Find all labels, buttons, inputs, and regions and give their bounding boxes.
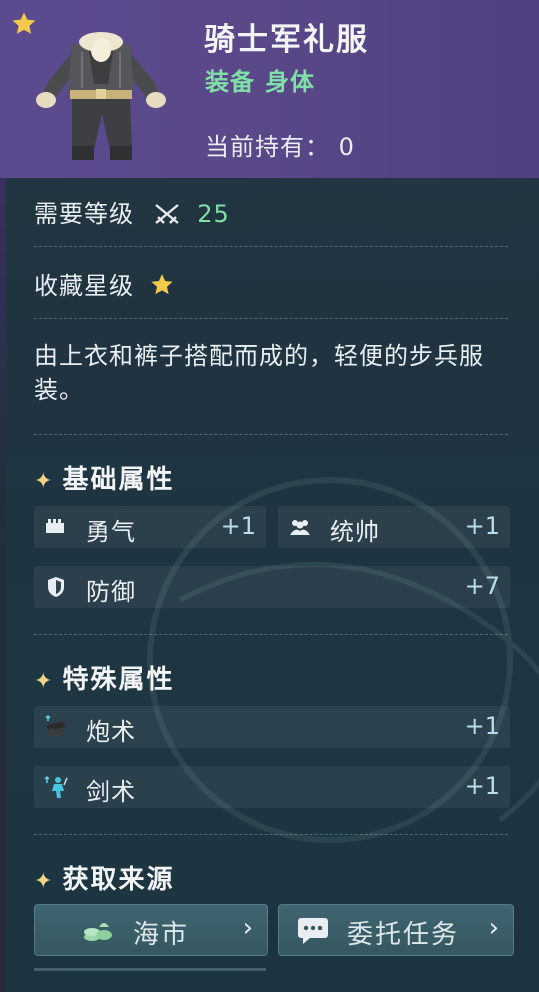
owned-label: 当前持有： — [205, 133, 330, 161]
courage-icon — [46, 519, 64, 533]
owned-count: 0 — [338, 133, 355, 161]
item-type: 装备 — [205, 68, 255, 96]
item-title: 骑士军礼服 — [204, 22, 369, 58]
coins-icon — [84, 923, 112, 941]
collection-star-row: 收藏星级 — [34, 266, 175, 301]
chevron-right-icon: › — [242, 913, 255, 943]
stat-value: +1 — [464, 512, 500, 540]
source-title: ✦ 获取来源 — [34, 859, 174, 896]
level-value: 25 — [197, 200, 230, 228]
star-label: 收藏星级 — [34, 272, 134, 300]
stat-label: 防御 — [86, 578, 136, 606]
stat-label: 剑术 — [86, 778, 136, 806]
sparkle-icon: ✦ — [34, 669, 55, 694]
crossed-swords-icon — [154, 204, 179, 224]
stat-value: +1 — [464, 772, 500, 800]
stat-label: 勇气 — [86, 518, 136, 546]
stat-command: 统帅 +1 — [278, 506, 510, 548]
base-attributes-label: 基础属性 — [62, 465, 175, 495]
stat-value: +7 — [464, 572, 500, 600]
partial-button-edge — [34, 968, 266, 971]
divider — [34, 434, 508, 435]
stat-artillery: 炮术 +1 — [34, 706, 510, 748]
item-header: 骑士军礼服 装备 身体 当前持有： 0 — [0, 0, 539, 178]
divider — [34, 318, 508, 319]
special-attributes-title: ✦ 特殊属性 — [34, 659, 174, 696]
owned-count-row: 当前持有： 0 — [205, 127, 355, 162]
divider — [34, 834, 508, 835]
uniform-item-icon — [36, 32, 166, 160]
cannon-icon — [45, 715, 65, 736]
shield-icon — [48, 577, 64, 597]
item-detail-panel: 骑士军礼服 装备 身体 当前持有： 0 需要等级 25 收藏星级 由上衣和裤子搭配… — [0, 0, 539, 992]
source-button-sea-market[interactable]: 海市 › — [34, 904, 268, 956]
required-level-row: 需要等级 25 — [34, 194, 230, 229]
base-attributes-title: ✦ 基础属性 — [34, 459, 174, 496]
level-label: 需要等级 — [34, 200, 134, 228]
swordsman-icon — [44, 775, 68, 798]
stat-swordsmanship: 剑术 +1 — [34, 766, 510, 808]
item-description: 由上衣和裤子搭配而成的，轻便的步兵服装。 — [34, 342, 484, 404]
button-label: 海市 — [133, 920, 190, 950]
stat-value: +1 — [464, 712, 500, 740]
star-icon — [151, 274, 173, 295]
command-icon — [290, 520, 310, 535]
background-map-decoration — [147, 477, 539, 843]
sparkle-icon: ✦ — [34, 469, 55, 494]
stat-label: 炮术 — [86, 718, 136, 746]
divider — [34, 634, 508, 635]
chevron-right-icon: › — [488, 913, 501, 943]
stat-label: 统帅 — [330, 518, 380, 546]
stat-value: +1 — [220, 512, 256, 540]
sparkle-icon: ✦ — [34, 869, 55, 894]
source-button-commission-quest[interactable]: 委托任务 › — [278, 904, 514, 956]
chat-bubble-icon — [298, 918, 328, 944]
divider — [34, 246, 508, 247]
source-label: 获取来源 — [62, 865, 175, 895]
item-category: 装备 身体 — [205, 62, 315, 97]
stat-defense: 防御 +7 — [34, 566, 510, 608]
special-attributes-label: 特殊属性 — [62, 665, 175, 695]
stat-courage: 勇气 +1 — [34, 506, 266, 548]
button-label: 委托任务 — [347, 920, 460, 950]
item-slot: 身体 — [265, 68, 315, 96]
